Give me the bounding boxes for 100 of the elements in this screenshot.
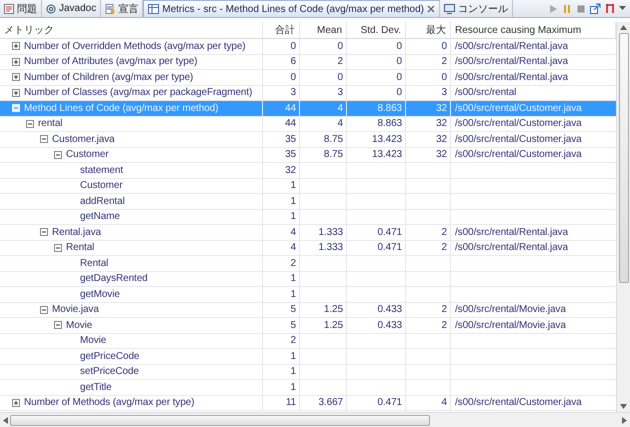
tree-label: Movie	[66, 320, 92, 331]
table-row[interactable]: getName 1	[0, 210, 616, 225]
column-header[interactable]: 合計	[275, 23, 295, 37]
tree-label: rental	[38, 118, 62, 130]
expand-icon[interactable]	[12, 58, 20, 66]
tree-label: Number of Classes (avg/max per packageFragment)	[24, 87, 252, 98]
scroll-right-icon[interactable]	[622, 416, 627, 424]
collapse-icon[interactable]	[54, 321, 62, 330]
tree-label: getName	[80, 211, 120, 222]
table-cell: 0	[442, 40, 447, 52]
pin-icon[interactable]	[605, 3, 615, 14]
table-cell: 2	[442, 320, 447, 331]
column-header[interactable]: Resource causing Maximum	[455, 24, 582, 36]
tree-label: getMovie	[80, 288, 120, 300]
table-row[interactable]: Customer.java 35 8.75 13.423 32 /s00/src/rental/Customer.java	[0, 132, 616, 148]
table-cell: 4	[290, 242, 296, 254]
table-cell: 2	[442, 226, 447, 238]
expand-icon[interactable]	[12, 88, 20, 97]
table-row[interactable]: getDaysRented 1	[0, 272, 616, 287]
export-icon[interactable]	[590, 3, 601, 14]
table-cell: 2	[290, 258, 296, 269]
table-row[interactable]: setPriceCode 1	[0, 364, 616, 380]
tree-label: Number of Children (avg/max per type)	[24, 72, 194, 83]
table-cell: 32	[436, 118, 447, 130]
collapse-icon[interactable]	[54, 244, 62, 252]
scroll-left-icon[interactable]	[3, 416, 8, 424]
table-row[interactable]: addRental 1	[0, 194, 616, 210]
table-cell: 0	[290, 72, 296, 83]
table-cell: 32	[436, 134, 447, 145]
table-cell: /s00/src/rental/Customer.java	[455, 397, 582, 408]
table-cell: 2	[442, 304, 447, 316]
table-cell: 32	[436, 149, 447, 160]
collapse-icon[interactable]	[40, 228, 48, 236]
table-cell: 35	[285, 134, 296, 145]
table-row[interactable]: rental 44 4 8.863 32 /s00/src/rental/Customer.java	[0, 116, 616, 132]
table-row[interactable]: Customer 1	[0, 178, 616, 194]
column-header[interactable]: Mean	[316, 24, 342, 36]
view-tab[interactable]: Metrics - src - Method Lines of Code (avg/max per method)	[143, 0, 440, 17]
collapse-icon[interactable]	[26, 120, 34, 128]
collapse-icon[interactable]	[54, 150, 62, 159]
view-tab[interactable]: Javadoc	[42, 0, 102, 17]
scroll-up-icon[interactable]	[620, 25, 627, 30]
table-cell: /s00/src/rental/Customer.java	[455, 118, 582, 130]
table-cell: 11	[286, 397, 296, 408]
table-cell: 0	[396, 40, 402, 52]
table-cell: 0	[290, 40, 296, 52]
tree-label: Customer	[80, 180, 123, 192]
table-cell: 44	[285, 102, 296, 114]
close-icon[interactable]	[427, 5, 436, 13]
table-cell: 1.333	[318, 226, 343, 238]
table-cell: 0	[338, 72, 343, 83]
view-tab[interactable]: 問題	[0, 0, 42, 17]
table-row[interactable]: Movie 5 1.25 0.433 2 /s00/src/rental/Movie.java	[0, 318, 616, 334]
table-cell: 0	[396, 87, 402, 98]
tree-label: getPriceCode	[80, 350, 140, 362]
table-row[interactable]: Number of Methods (avg/max per type) 11 3.667 0.471 4 /s00/src/rental/Customer.java	[0, 396, 616, 411]
dropdown-icon[interactable]	[619, 6, 626, 11]
table-row[interactable]: Rental 2	[0, 256, 616, 272]
collapse-icon[interactable]	[40, 306, 48, 314]
table-cell: 1	[290, 288, 296, 300]
collapse-icon[interactable]	[40, 135, 48, 144]
tree-label: Rental.java	[52, 226, 101, 238]
table-cell: /s00/src/rental/Customer.java	[455, 149, 582, 160]
table-cell: 3.667	[318, 397, 343, 408]
expand-icon[interactable]	[12, 398, 20, 407]
table-row[interactable]: getMovie 1	[0, 287, 616, 302]
table-row[interactable]: Number of Overridden Methods (avg/max per type) 0 0 0 0 /s00/src/rental/Rental.java	[0, 39, 616, 54]
table-cell: 1.333	[318, 242, 343, 254]
table-row[interactable]: Rental.java 4 1.333 0.471 2 /s00/src/rental/Rental.java	[0, 225, 616, 240]
column-header[interactable]: メトリック	[4, 23, 54, 37]
tree-label: Method Lines of Code (avg/max per method)	[24, 102, 218, 114]
expand-icon[interactable]	[12, 73, 20, 82]
table-cell: /s00/src/rental/Rental.java	[455, 226, 568, 238]
table-cell: 32	[285, 164, 296, 176]
horizontal-scrollbar[interactable]	[0, 412, 630, 427]
vertical-scrollbar[interactable]	[616, 22, 630, 412]
table-row[interactable]: Rental 4 1.333 0.471 2 /s00/src/rental/Rental.java	[0, 240, 616, 256]
table-row[interactable]: Number of Classes (avg/max per packageFragment) 3 3 0 3 /s00/src/rental	[0, 86, 616, 101]
table-cell: 4	[442, 397, 447, 408]
table-cell: 1	[290, 196, 296, 207]
table-row[interactable]: getPriceCode 1	[0, 349, 616, 364]
table-row[interactable]: Number of Attributes (avg/max per type) 6 2 0 2 /s00/src/rental/Rental.java	[0, 54, 616, 70]
table-cell: 8.863	[377, 118, 402, 130]
table-row[interactable]: Movie.java 5 1.25 0.433 2 /s00/src/rental/Movie.java	[0, 302, 616, 318]
table-cell: 2	[442, 56, 447, 68]
table-row[interactable]: Customer 35 8.75 13.423 32 /s00/src/rental/Customer.java	[0, 148, 616, 163]
table-row[interactable]: Movie 2	[0, 334, 616, 349]
expand-icon[interactable]	[12, 42, 20, 50]
scroll-down-icon[interactable]	[620, 404, 627, 409]
view-tab[interactable]: コンソール	[440, 0, 514, 17]
column-header[interactable]: Std. Dev.	[360, 24, 401, 36]
table-cell: /s00/src/rental/Movie.java	[455, 320, 566, 331]
stop-icon[interactable]	[576, 4, 586, 14]
table-row[interactable]: statement 32	[0, 163, 616, 178]
tree-label: getDaysRented	[80, 273, 148, 284]
table-row[interactable]: getTitle 1	[0, 380, 616, 396]
table-row[interactable]: Number of Children (avg/max per type) 0 0 0 0 /s00/src/rental/Rental.java	[0, 70, 616, 86]
column-header[interactable]: 最大	[426, 23, 446, 37]
table-cell: /s00/src/rental/Rental.java	[455, 56, 568, 68]
table-cell: 1	[290, 366, 296, 378]
